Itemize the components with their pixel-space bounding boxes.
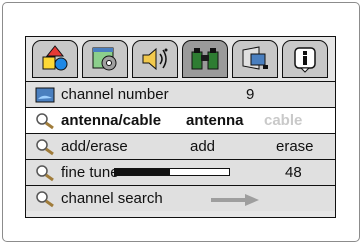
menu-item-fine-tune[interactable]: fine tune 48: [26, 159, 335, 185]
fine-tune-value: 48: [285, 164, 302, 181]
fine-tune-slider-fill: [115, 169, 170, 175]
binoculars-icon: [191, 48, 219, 70]
tab-settings[interactable]: [82, 40, 128, 78]
antenna-cable-label: antenna/cable: [61, 112, 162, 129]
add-erase-label: add/erase: [61, 138, 128, 155]
speaker-icon: [142, 47, 168, 71]
fine-tune-slider[interactable]: [114, 168, 230, 176]
erase-option[interactable]: erase: [276, 138, 314, 155]
menu-item-antenna-cable[interactable]: antenna/cable antenna cable: [26, 107, 335, 133]
tab-blocks[interactable]: [32, 40, 78, 78]
search-icon: [34, 137, 56, 157]
menu-item-add-erase[interactable]: add/erase add erase: [26, 133, 335, 159]
search-icon: [34, 189, 56, 209]
add-option[interactable]: add: [190, 138, 215, 155]
search-icon: [34, 111, 56, 131]
menu-item-channel-search[interactable]: channel search: [26, 185, 335, 211]
setup-menu-panel: channel number 9 antenna/cable antenna c…: [25, 36, 336, 218]
menu-item-channel-number[interactable]: channel number 9: [26, 81, 335, 107]
arrow-right-icon: [211, 194, 259, 206]
menu-tab-bar: [26, 37, 335, 81]
channel-number-label: channel number: [61, 86, 169, 103]
channel-search-label: channel search: [61, 190, 163, 207]
tab-info[interactable]: [282, 40, 328, 78]
settings-icon: [92, 47, 117, 71]
fine-tune-label: fine tune: [61, 164, 119, 181]
channel-menu: channel number 9 antenna/cable antenna c…: [26, 81, 335, 211]
tab-binoculars[interactable]: [182, 40, 228, 78]
monitor-icon: [34, 85, 56, 105]
tab-speaker[interactable]: [132, 40, 178, 78]
antenna-option[interactable]: antenna: [186, 112, 244, 129]
tab-display[interactable]: [232, 40, 278, 78]
info-icon: [294, 47, 316, 73]
search-icon: [34, 163, 56, 183]
channel-number-value: 9: [246, 86, 255, 103]
cable-option[interactable]: cable: [264, 112, 302, 129]
display-icon: [242, 46, 268, 70]
blocks-icon: [42, 45, 68, 71]
